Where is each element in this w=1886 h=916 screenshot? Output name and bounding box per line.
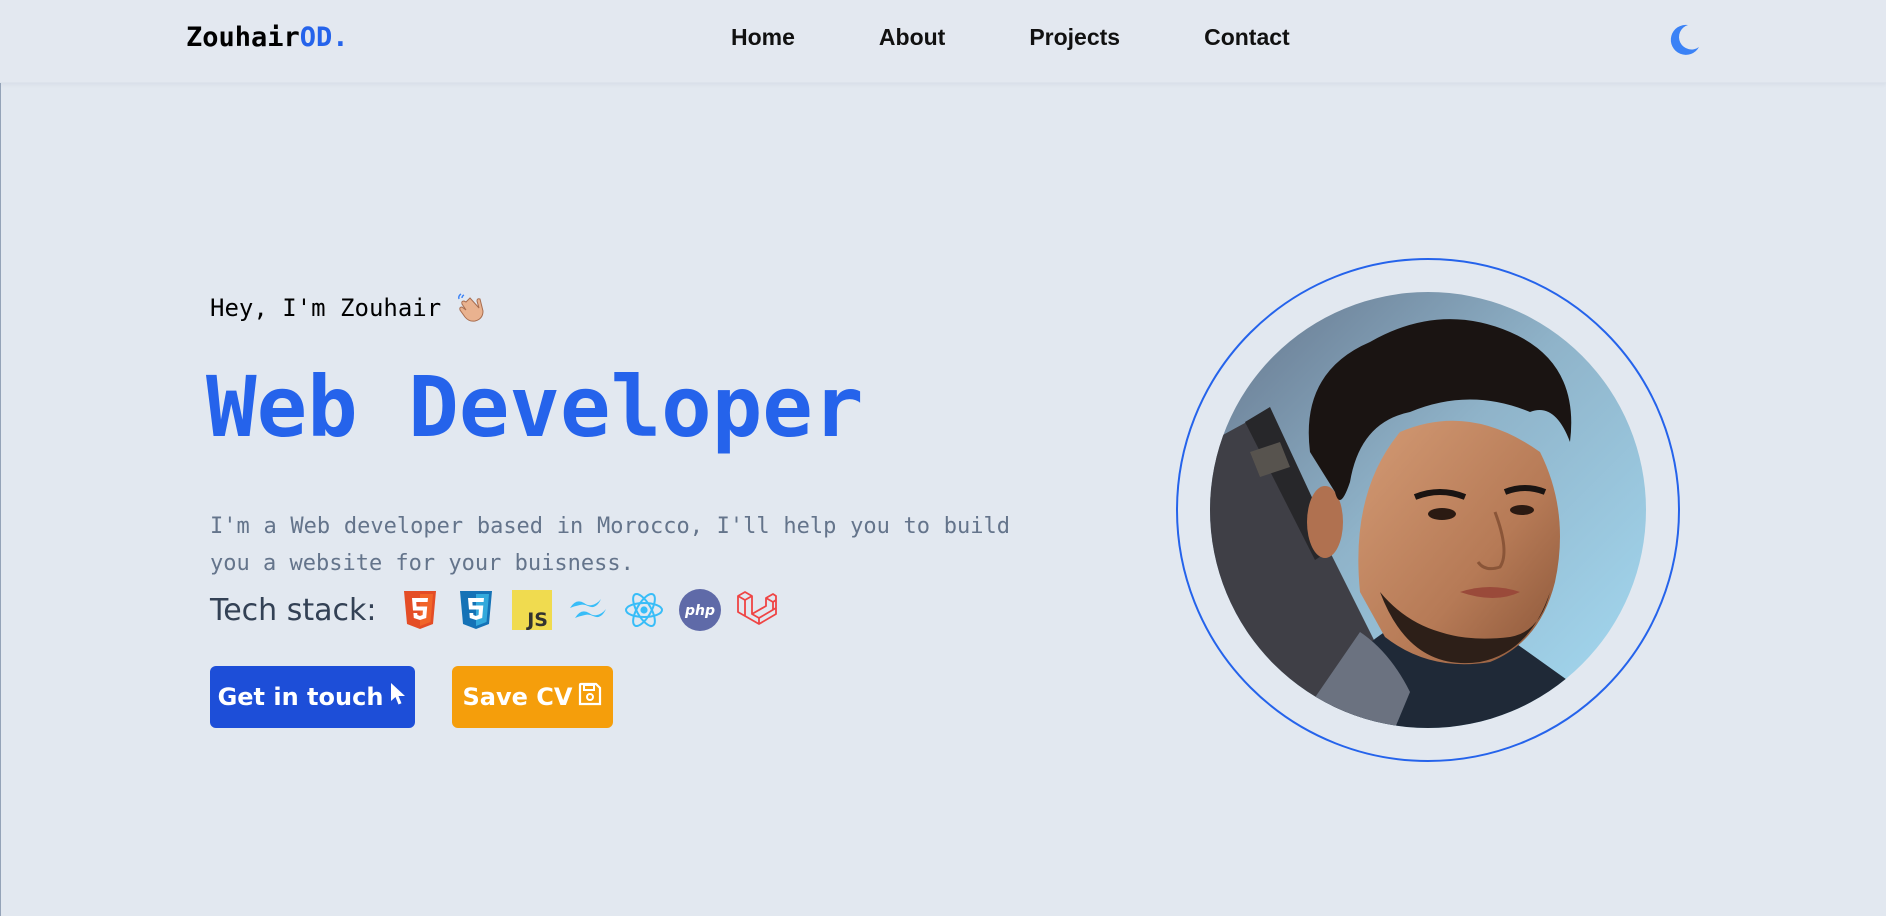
cursor-icon <box>389 682 407 712</box>
php-icon: php <box>678 588 722 632</box>
css3-icon <box>454 588 498 632</box>
theme-toggle-button[interactable] <box>1664 20 1704 60</box>
nav-link-home[interactable]: Home <box>731 24 795 51</box>
get-in-touch-button[interactable]: Get in touch <box>210 666 415 728</box>
logo-suffix: OD. <box>299 22 349 53</box>
nav-link-projects[interactable]: Projects <box>1029 24 1120 51</box>
profile-portrait <box>1210 292 1646 728</box>
window-edge <box>0 0 1 916</box>
tailwind-icon <box>566 588 610 632</box>
tech-stack: Tech stack: JS php <box>210 588 790 632</box>
hero-greeting: Hey, I'm Zouhair <box>210 292 487 324</box>
hero-bio: I'm a Web developer based in Morocco, I'… <box>210 514 1010 576</box>
main-nav: Home About Projects Contact <box>731 24 1290 51</box>
logo-name: Zouhair <box>186 22 300 53</box>
waving-hand-icon <box>458 293 484 322</box>
php-icon-label: php <box>684 603 715 619</box>
laravel-icon <box>734 588 778 632</box>
get-in-touch-label: Get in touch <box>217 683 384 711</box>
moon-icon <box>1670 24 1699 55</box>
site-logo[interactable]: ZouhairOD. <box>186 22 349 53</box>
floppy-disk-icon <box>578 682 602 712</box>
greeting-text: Hey, I'm Zouhair <box>210 294 442 322</box>
nav-link-about[interactable]: About <box>879 24 945 51</box>
javascript-icon-label: JS <box>526 609 549 631</box>
html5-icon <box>398 588 442 632</box>
javascript-icon: JS <box>510 588 554 632</box>
tech-stack-label: Tech stack: <box>210 592 377 628</box>
react-icon <box>622 588 666 632</box>
top-navbar: ZouhairOD. Home About Projects Contact <box>0 0 1886 83</box>
hero-headline: Web Developer <box>206 358 864 456</box>
save-cv-button[interactable]: Save CV <box>452 666 613 728</box>
save-cv-label: Save CV <box>462 683 573 711</box>
nav-link-contact[interactable]: Contact <box>1204 24 1290 51</box>
